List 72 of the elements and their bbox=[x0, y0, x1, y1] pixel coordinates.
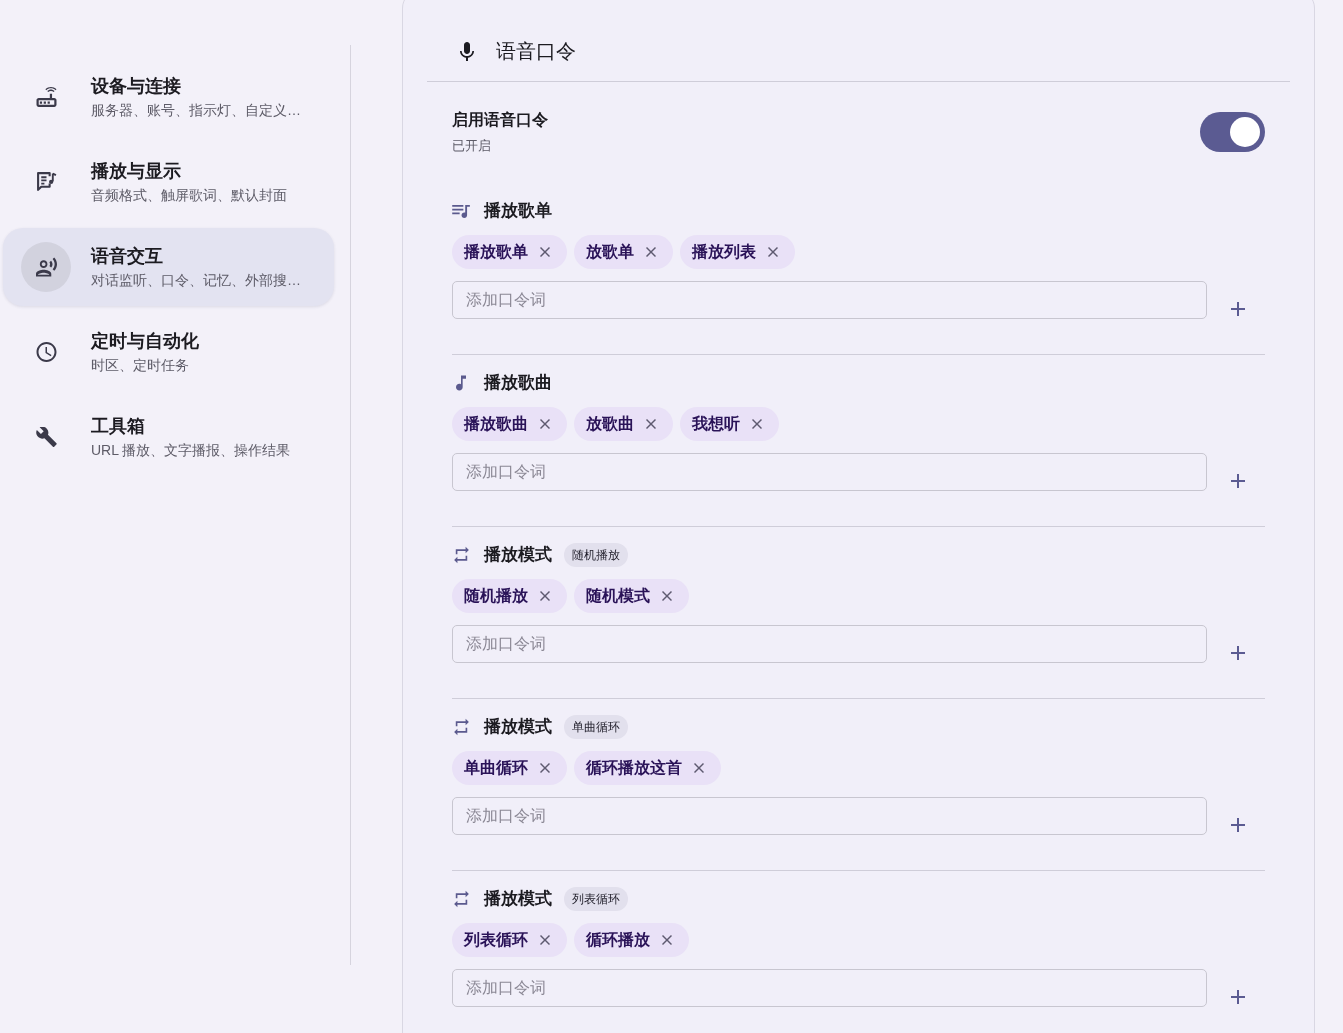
keyword-chip[interactable]: 播放列表 bbox=[680, 235, 795, 269]
wrench-icon bbox=[35, 427, 57, 447]
clock-icon bbox=[35, 342, 57, 362]
mode-badge: 列表循环 bbox=[564, 887, 628, 911]
close-icon bbox=[646, 247, 656, 257]
close-icon bbox=[768, 247, 778, 257]
keyword-chip[interactable]: 列表循环 bbox=[452, 923, 567, 957]
close-icon bbox=[694, 763, 704, 773]
keyword-chip[interactable]: 循环播放这首 bbox=[574, 751, 721, 785]
plus-icon bbox=[1231, 474, 1245, 488]
setting-label: 启用语音口令 bbox=[452, 110, 548, 130]
keyword-chip[interactable]: 随机模式 bbox=[574, 579, 689, 613]
router-icon bbox=[35, 87, 57, 107]
music-note-icon bbox=[456, 375, 466, 391]
mode-badge: 随机播放 bbox=[564, 543, 628, 567]
sidebar-item[interactable]: 设备与连接 服务器、账号、指示灯、自定义… bbox=[3, 58, 334, 136]
repeat-icon bbox=[454, 718, 469, 736]
close-icon bbox=[662, 591, 672, 601]
item-subtitle: URL 播放、文字播报、操作结果 bbox=[91, 441, 291, 460]
item-title: 定时与自动化 bbox=[91, 330, 199, 353]
item-subtitle: 服务器、账号、指示灯、自定义… bbox=[91, 101, 301, 120]
close-icon bbox=[662, 935, 672, 945]
section-title: 播放模式 bbox=[484, 716, 552, 738]
item-subtitle: 对话监听、口令、记忆、外部搜… bbox=[91, 271, 301, 290]
keyword-input[interactable]: 添加口令词 bbox=[452, 797, 1207, 835]
sidebar-item[interactable]: 工具箱 URL 播放、文字播报、操作结果 bbox=[3, 398, 334, 476]
repeat-icon bbox=[454, 546, 469, 564]
keyword-chip[interactable]: 播放歌单 bbox=[452, 235, 567, 269]
lyrics-icon bbox=[35, 172, 57, 192]
close-icon bbox=[540, 591, 550, 601]
plus-icon bbox=[1231, 302, 1245, 316]
sidebar-item[interactable]: 播放与显示 音频格式、触屏歌词、默认封面 bbox=[3, 143, 334, 221]
setting-status: 已开启 bbox=[452, 137, 492, 155]
repeat-icon bbox=[454, 890, 469, 908]
sidebar-item[interactable]: 语音交互 对话监听、口令、记忆、外部搜… bbox=[3, 228, 334, 306]
close-icon bbox=[540, 419, 550, 429]
close-icon bbox=[540, 763, 550, 773]
item-title: 语音交互 bbox=[91, 245, 164, 268]
section-title: 播放歌曲 bbox=[484, 372, 552, 394]
keyword-chip[interactable]: 单曲循环 bbox=[452, 751, 567, 785]
keyword-chip[interactable]: 我想听 bbox=[680, 407, 779, 441]
mode-badge: 单曲循环 bbox=[564, 715, 628, 739]
keyword-input[interactable]: 添加口令词 bbox=[452, 453, 1207, 491]
section-title: 播放歌单 bbox=[484, 200, 552, 222]
keyword-chip[interactable]: 放歌单 bbox=[574, 235, 673, 269]
voice-icon bbox=[21, 242, 71, 292]
plus-icon bbox=[1231, 818, 1245, 832]
item-title: 设备与连接 bbox=[91, 75, 182, 98]
section-title: 播放模式 bbox=[484, 888, 552, 910]
plus-icon bbox=[1231, 990, 1245, 1004]
keyword-input[interactable]: 添加口令词 bbox=[452, 969, 1207, 1007]
keyword-chip[interactable]: 播放歌曲 bbox=[452, 407, 567, 441]
item-subtitle: 音频格式、触屏歌词、默认封面 bbox=[91, 186, 287, 205]
keyword-chip[interactable]: 放歌曲 bbox=[574, 407, 673, 441]
close-icon bbox=[752, 419, 762, 429]
keyword-chip[interactable]: 循环播放 bbox=[574, 923, 689, 957]
plus-icon bbox=[1231, 646, 1245, 660]
toggle-switch[interactable] bbox=[1200, 112, 1265, 152]
keyword-input[interactable]: 添加口令词 bbox=[452, 625, 1207, 663]
keyword-chip[interactable]: 随机播放 bbox=[452, 579, 567, 613]
close-icon bbox=[540, 247, 550, 257]
keyword-input[interactable]: 添加口令词 bbox=[452, 281, 1207, 319]
panel-title: 语音口令 bbox=[496, 39, 576, 64]
playlist-icon bbox=[452, 204, 471, 218]
item-title: 工具箱 bbox=[91, 415, 146, 438]
sidebar-item[interactable]: 定时与自动化 时区、定时任务 bbox=[3, 313, 334, 391]
close-icon bbox=[540, 935, 550, 945]
section-title: 播放模式 bbox=[484, 544, 552, 566]
microphone-icon bbox=[460, 41, 474, 61]
close-icon bbox=[646, 419, 656, 429]
item-subtitle: 时区、定时任务 bbox=[91, 356, 190, 375]
item-title: 播放与显示 bbox=[91, 160, 182, 183]
